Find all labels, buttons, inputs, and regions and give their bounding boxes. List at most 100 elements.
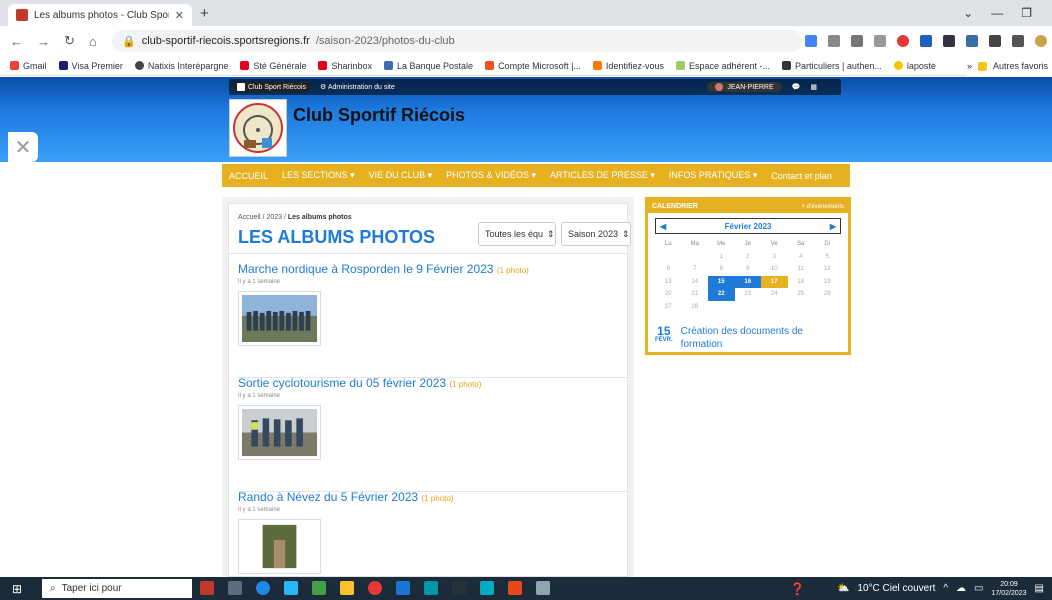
weather-icon[interactable]: ⛅ (837, 583, 849, 594)
restore-button[interactable]: ❐ (1021, 6, 1032, 20)
logo-app-icon[interactable] (200, 581, 214, 595)
admin-link[interactable]: ⚙ Administration du site (320, 83, 395, 91)
clock[interactable]: 20:09 17/02/2023 (992, 580, 1027, 598)
calendar-icon[interactable]: ▦ (810, 83, 817, 91)
bookmark-visa[interactable]: Visa Premier (58, 61, 123, 71)
store-icon[interactable] (284, 581, 298, 595)
sharinbox-icon (318, 61, 328, 70)
extension-people-icon[interactable] (966, 35, 978, 47)
tab-search-icon[interactable]: ⌄ (963, 6, 973, 20)
other-bookmarks[interactable]: Autres favoris (993, 61, 1048, 71)
album-thumbnail[interactable] (238, 405, 321, 460)
app-icon[interactable] (536, 581, 550, 595)
album-title[interactable]: Rando à Névez du 5 Février 2023 (1 photo… (238, 490, 630, 504)
nav-sections[interactable]: LES SECTIONS ▾ (282, 170, 355, 181)
back-icon[interactable]: ← (10, 34, 23, 49)
crumb-home[interactable]: Accueil (238, 214, 261, 221)
site-title[interactable]: Club Sportif Riécois (293, 105, 465, 126)
side-panel-icon[interactable] (1012, 35, 1024, 47)
bookmark-sg[interactable]: Sté Générale (240, 61, 306, 71)
weather-text[interactable]: 10°C Ciel couvert (857, 583, 935, 594)
reload-icon[interactable]: ↻ (64, 33, 75, 49)
url-bar[interactable]: 🔒 club-sportif-riecois.sportsregions.fr /… (112, 30, 802, 52)
crumb-2023[interactable]: 2023 (266, 214, 282, 221)
task-view-icon[interactable] (228, 581, 242, 595)
next-month-icon[interactable]: ▶ (830, 222, 836, 231)
prev-month-icon[interactable]: ◀ (660, 222, 666, 231)
bookmark-natixis[interactable]: Natixis Interépargne (134, 61, 228, 71)
close-tab-icon[interactable]: ✕ (175, 9, 184, 22)
notifications-icon[interactable]: ▤ (1035, 583, 1044, 594)
tools-icon[interactable]: ✕ (8, 132, 38, 162)
office-icon[interactable] (508, 581, 522, 595)
nav-contact[interactable]: Contact et plan (771, 171, 832, 181)
album-title[interactable]: Marche nordique à Rosporden le 9 Février… (238, 262, 630, 276)
bookmark-particuliers[interactable]: Particuliers | authen... (782, 61, 882, 71)
chevron-up-icon[interactable]: ^ (943, 583, 948, 594)
network-icon[interactable]: ☁ (956, 583, 966, 594)
bookmark-espace-adherent[interactable]: Espace adhérent -... (675, 61, 770, 71)
season-filter-select[interactable]: Saison 2023 ⇕ (561, 222, 631, 246)
taskbar-search[interactable]: ⌕ Taper ici pour (42, 579, 192, 598)
forward-icon[interactable]: → (37, 34, 50, 49)
profile-avatar[interactable] (1035, 35, 1047, 47)
file-explorer-icon[interactable] (340, 581, 354, 595)
bookmark-banque-postale[interactable]: La Banque Postale (384, 61, 473, 71)
system-tray: ❓ ⛅ 10°C Ciel couvert ^ ☁ ▭ 20:09 17/02/2… (790, 577, 1052, 600)
user-menu[interactable]: JEAN-PIERRE (707, 82, 782, 92)
today-day[interactable]: 17 (761, 275, 788, 288)
minimize-button[interactable]: — (991, 6, 1003, 20)
bookmarks-bar: Gmail Visa Premier Natixis Interépargne … (0, 56, 1052, 76)
bookmark-sharinbox[interactable]: Sharinbox (318, 61, 372, 71)
site-banner: Club Sport Riécois ⚙ Administration du s… (0, 77, 1052, 162)
nav-photos-videos[interactable]: PHOTOS & VIDÉOS ▾ (446, 170, 536, 181)
windows-taskbar: ⊞ ⌕ Taper ici pour ❓ ⛅ 10°C Ciel couvert … (0, 577, 1052, 600)
zoom-icon[interactable] (828, 35, 840, 47)
mail-icon[interactable] (396, 581, 410, 595)
club-logo[interactable] (229, 99, 287, 157)
bookmark-star-icon[interactable] (874, 35, 886, 47)
extension-dark-icon[interactable] (943, 35, 955, 47)
edge-icon[interactable] (256, 581, 270, 595)
extension-blue-icon[interactable] (920, 35, 932, 47)
event-title[interactable]: Création des documents de formation (681, 325, 845, 351)
terminal-icon[interactable] (452, 581, 466, 595)
nav-infos-pratiques[interactable]: INFOS PRATIQUES ▾ (669, 170, 757, 181)
bookmark-microsoft[interactable]: Compte Microsoft |... (485, 61, 581, 71)
album-title[interactable]: Sortie cyclotourisme du 05 février 2023 … (238, 376, 630, 390)
calculator-icon[interactable] (312, 581, 326, 595)
bookmark-identifiez[interactable]: Identifiez-vous (592, 61, 664, 71)
volume-icon[interactable]: ▭ (974, 583, 983, 594)
extensions-puzzle-icon[interactable] (989, 35, 1001, 47)
section-filter-select[interactable]: Toutes les équ ⇕ (478, 222, 556, 246)
home-icon[interactable]: ⌂ (89, 34, 97, 49)
nav-articles-presse[interactable]: ARTICLES DE PRESSE ▾ (550, 170, 655, 181)
windows-start-icon[interactable]: ⊞ (12, 582, 28, 596)
nav-accueil[interactable]: ACCUEIL (229, 171, 268, 181)
bookmarks-more-button[interactable]: » (967, 61, 972, 71)
nav-vie-du-club[interactable]: VIE DU CLUB ▾ (369, 170, 433, 181)
divider (229, 253, 627, 254)
browser-tab[interactable]: Les albums photos - Club Sportif ✕ (8, 4, 192, 26)
window-controls: ⌄ — ❐ (963, 0, 1052, 26)
bookmark-gmail[interactable]: Gmail (10, 61, 47, 71)
club-switcher[interactable]: Club Sport Riécois (233, 82, 310, 92)
messages-icon[interactable]: 💬 (792, 83, 801, 91)
event-day[interactable]: 16 (734, 275, 761, 288)
google-icon[interactable] (805, 35, 817, 47)
opera-icon[interactable] (897, 35, 909, 47)
chrome-icon[interactable] (368, 581, 382, 595)
help-icon[interactable]: ❓ (790, 582, 805, 596)
more-events-link[interactable]: + d'événements (802, 204, 844, 210)
website: Club Sport Riécois ⚙ Administration du s… (0, 77, 1052, 577)
event-day[interactable]: 15 (708, 275, 735, 288)
new-tab-button[interactable]: + (200, 5, 209, 22)
calendar-event[interactable]: 15 FÉVR. Création des documents de format… (655, 325, 845, 351)
people-icon[interactable] (424, 581, 438, 595)
album-thumbnail[interactable] (238, 291, 321, 346)
event-day[interactable]: 22 (708, 288, 735, 301)
album-thumbnail[interactable] (238, 519, 321, 574)
bookmark-laposte[interactable]: laposte (893, 61, 936, 71)
share-icon[interactable] (851, 35, 863, 47)
app-icon[interactable] (480, 581, 494, 595)
